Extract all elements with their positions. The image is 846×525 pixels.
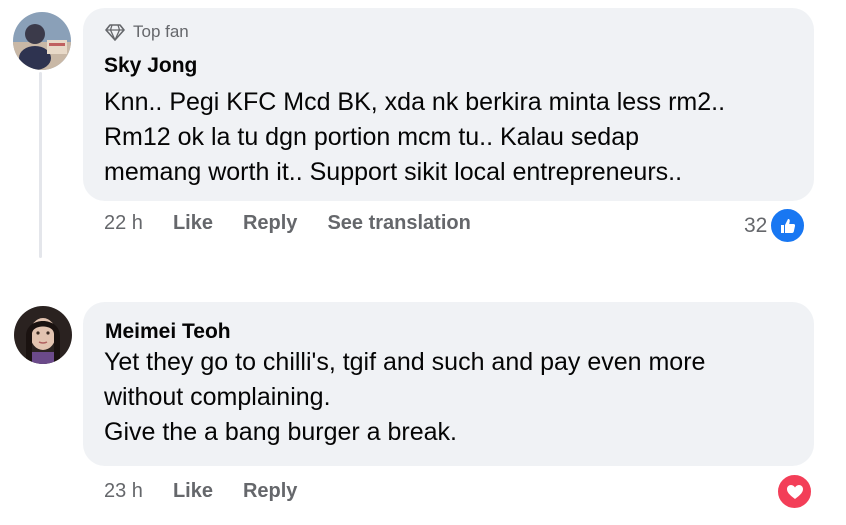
reply-button[interactable]: Reply (243, 212, 297, 235)
comment-timestamp[interactable]: 23 h (104, 480, 143, 503)
top-fan-badge: Top fan (105, 22, 189, 42)
comment-actions: 22 h Like Reply See translation (104, 212, 501, 235)
comment-text-line: without complaining. (104, 383, 331, 411)
reaction-summary[interactable]: 32 (744, 207, 807, 244)
comment-text: Yet they go to chilli's, tgif and such a… (104, 345, 705, 450)
like-button[interactable]: Like (173, 480, 213, 503)
comment-text-line: Give the a bang burger a break. (104, 418, 458, 446)
thread-line (39, 72, 42, 258)
comment-bubble: Meimei Teoh Yet they go to chilli's, tgi… (83, 302, 814, 466)
comment-text-line: Rm12 ok la tu dgn portion mcm tu.. Kalau… (104, 123, 640, 151)
reaction-count: 32 (744, 213, 768, 237)
like-button[interactable]: Like (173, 212, 213, 235)
diamond-icon (105, 24, 125, 41)
avatar-sky-jong[interactable] (13, 12, 71, 70)
comment-bubble: Top fan Sky Jong Knn.. Pegi KFC Mcd BK, … (83, 8, 814, 201)
comment-author[interactable]: Sky Jong (104, 54, 197, 78)
reaction-summary[interactable] (776, 473, 813, 510)
comment-text-line: memang worth it.. Support sikit local en… (104, 158, 683, 186)
avatar-meimei-teoh[interactable] (14, 306, 72, 364)
see-translation-button[interactable]: See translation (327, 212, 470, 235)
comment-text-line: Knn.. Pegi KFC Mcd BK, xda nk berkira mi… (104, 88, 726, 116)
love-heart-icon (776, 473, 813, 510)
comment-actions: 23 h Like Reply (104, 480, 327, 503)
comment-text-line: Yet they go to chilli's, tgif and such a… (104, 348, 706, 376)
comment-text: Knn.. Pegi KFC Mcd BK, xda nk berkira mi… (104, 85, 725, 190)
badge-label: Top fan (133, 22, 189, 41)
avatar-image (13, 12, 71, 70)
comment-timestamp[interactable]: 22 h (104, 212, 143, 235)
comment-author[interactable]: Meimei Teoh (105, 320, 231, 344)
avatar-image (14, 306, 72, 364)
reply-button[interactable]: Reply (243, 480, 297, 503)
like-thumb-icon (769, 207, 807, 244)
